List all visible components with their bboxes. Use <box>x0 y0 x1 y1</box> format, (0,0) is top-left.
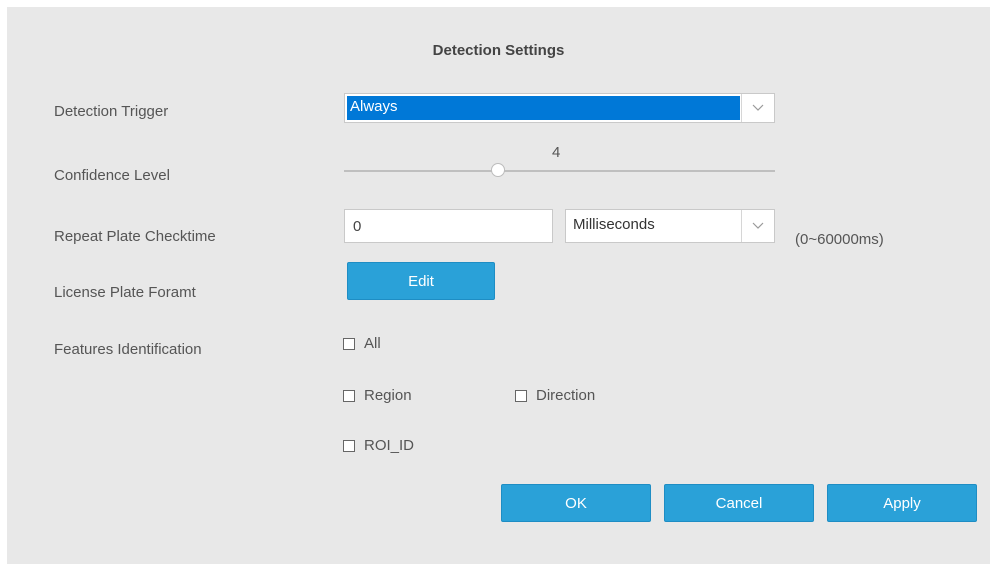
checktime-unit-value: Milliseconds <box>573 216 655 233</box>
chevron-down-icon[interactable] <box>741 210 774 242</box>
detection-settings-dialog: Detection Settings Detection Trigger Alw… <box>7 7 990 564</box>
confidence-level-slider[interactable] <box>344 170 775 172</box>
checkbox-all[interactable]: All <box>343 335 381 352</box>
checkbox-unchecked-icon[interactable] <box>343 389 355 402</box>
checkbox-unchecked-icon[interactable] <box>515 389 527 402</box>
checkbox-roi-id[interactable]: ROI_ID <box>343 437 414 454</box>
ok-button[interactable]: OK <box>501 484 651 522</box>
checkbox-unchecked-icon[interactable] <box>343 337 355 350</box>
repeat-plate-checktime-label: Repeat Plate Checktime <box>54 228 216 245</box>
chevron-down-icon[interactable] <box>741 94 774 122</box>
detection-trigger-select[interactable]: Always <box>344 93 775 123</box>
checkbox-direction-label: Direction <box>536 387 596 404</box>
checkbox-roi-id-label: ROI_ID <box>364 437 415 454</box>
features-identification-label: Features Identification <box>54 341 202 358</box>
slider-thumb[interactable] <box>491 163 505 177</box>
screenshot-frame: Detection Settings Detection Trigger Alw… <box>0 0 997 569</box>
repeat-plate-checktime-input[interactable] <box>344 209 553 243</box>
checktime-unit-select[interactable]: Milliseconds <box>565 209 775 243</box>
edit-button[interactable]: Edit <box>347 262 495 300</box>
detection-trigger-value: Always <box>347 96 740 120</box>
checkbox-unchecked-icon[interactable] <box>343 439 355 452</box>
checkbox-direction[interactable]: Direction <box>515 387 595 404</box>
confidence-level-value: 4 <box>552 144 561 161</box>
checktime-range-hint: (0~60000ms) <box>795 231 884 248</box>
detection-trigger-label: Detection Trigger <box>54 103 169 120</box>
confidence-level-label: Confidence Level <box>54 167 170 184</box>
checkbox-all-label: All <box>364 335 381 352</box>
cancel-button[interactable]: Cancel <box>664 484 814 522</box>
license-plate-format-label: License Plate Foramt <box>54 284 196 301</box>
checkbox-region-label: Region <box>364 387 412 404</box>
checkbox-region[interactable]: Region <box>343 387 412 404</box>
apply-button[interactable]: Apply <box>827 484 977 522</box>
dialog-title: Detection Settings <box>432 42 565 59</box>
